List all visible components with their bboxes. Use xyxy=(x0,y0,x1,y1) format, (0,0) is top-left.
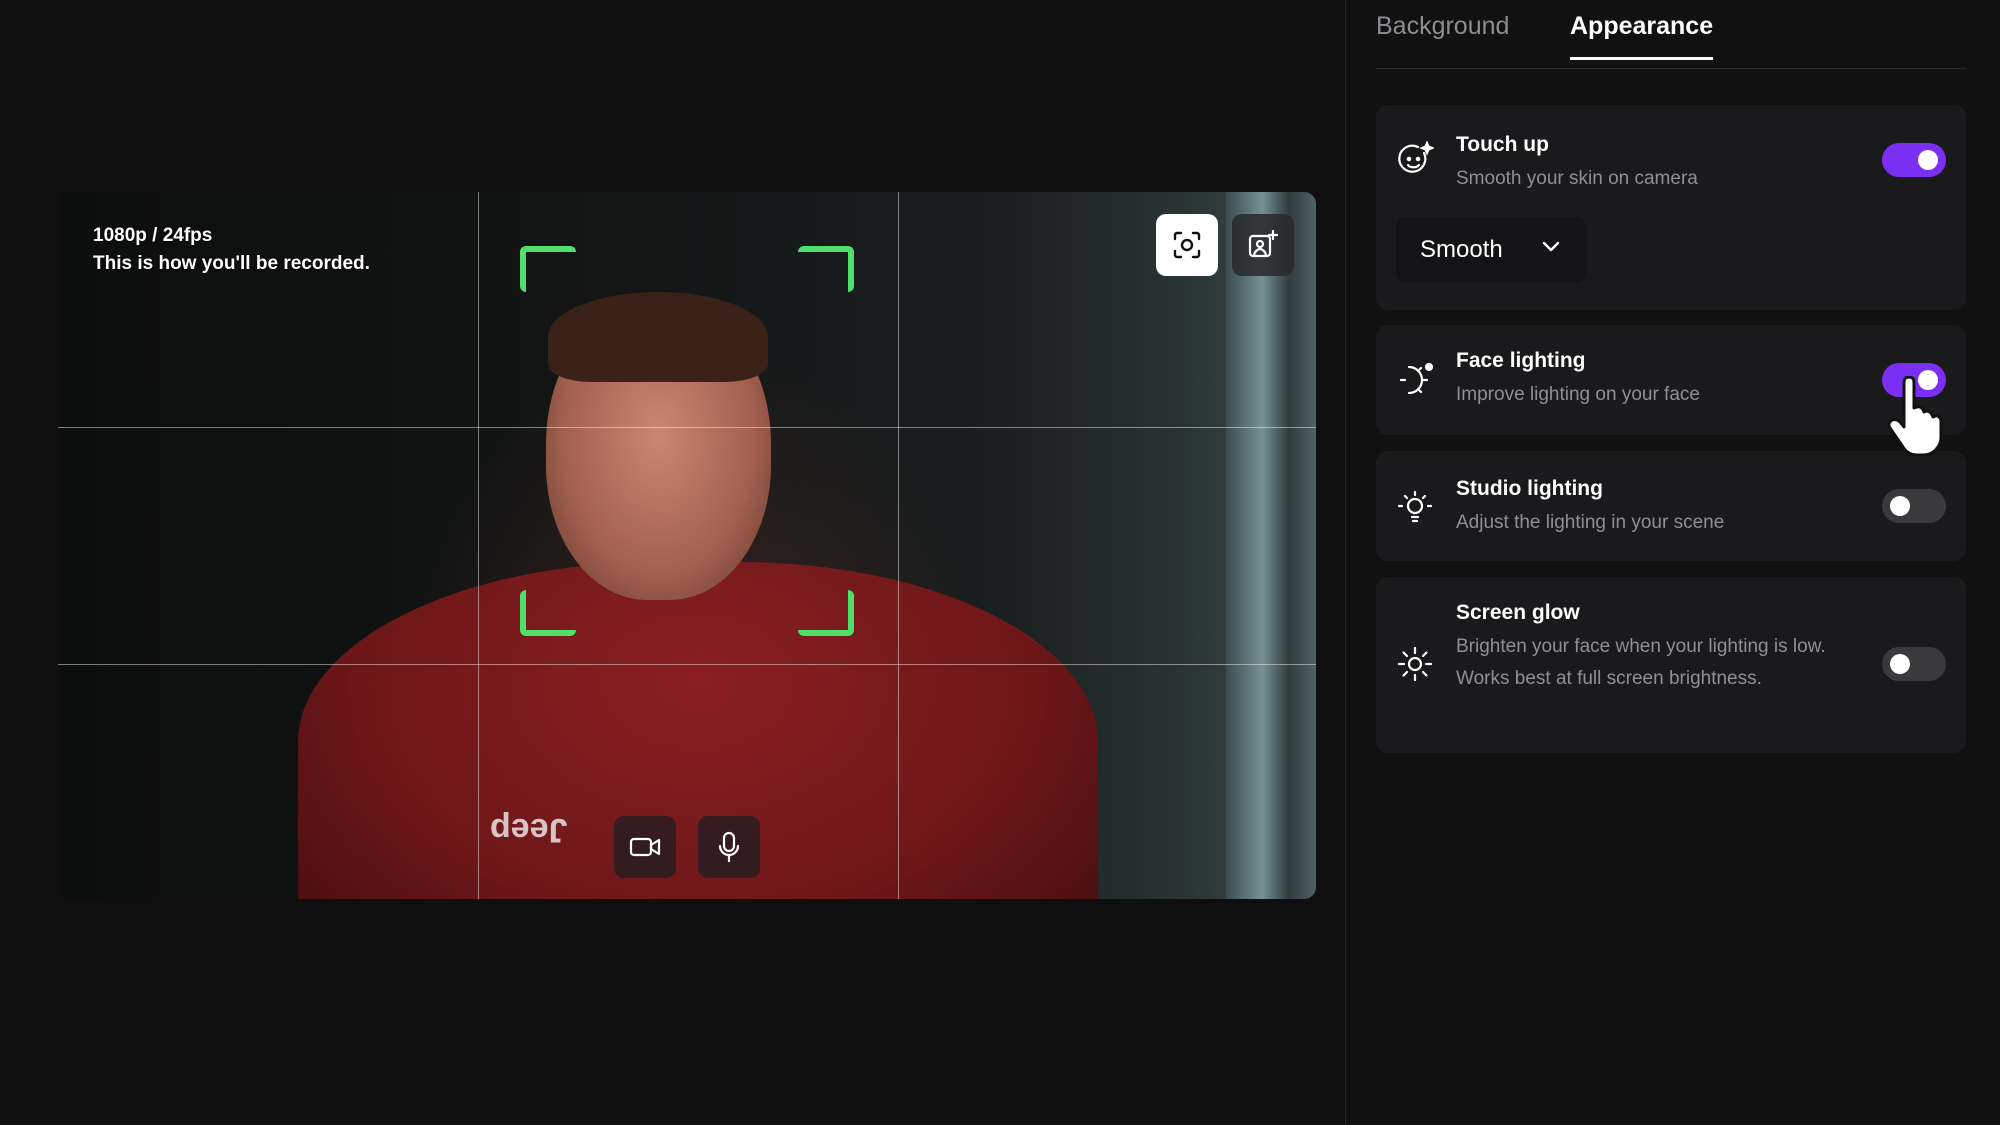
camera-focus-icon xyxy=(1173,231,1201,259)
grid-line-horizontal-2 xyxy=(58,664,1316,665)
touch-up-card: Touch up Smooth your skin on camera Smoo… xyxy=(1376,105,1966,310)
studio-lighting-title: Studio lighting xyxy=(1456,477,1603,500)
person-hair xyxy=(548,292,768,382)
recording-note: This is how you'll be recorded. xyxy=(93,253,370,274)
camera-toggle-button[interactable] xyxy=(614,816,676,878)
bulb-icon xyxy=(1397,490,1433,523)
face-light-icon xyxy=(1399,362,1434,395)
face-lighting-description: Improve lighting on your face xyxy=(1456,384,1700,405)
hand-pointer-icon xyxy=(1887,376,1943,456)
resolution-label: 1080p / 24fps xyxy=(93,225,213,246)
screen-glow-card: Screen glow Brighten your face when your… xyxy=(1376,577,1966,753)
screen-glow-description: Brighten your face when your lighting is… xyxy=(1456,636,1826,689)
touch-up-level-value: Smooth xyxy=(1420,236,1503,263)
face-lighting-card: Face lighting Improve lighting on your f… xyxy=(1376,325,1966,435)
shirt-logo: Jeep xyxy=(490,811,568,849)
grid-line-vertical-2 xyxy=(898,192,899,899)
grid-line-vertical-1 xyxy=(478,192,479,899)
screen-glow-toggle[interactable] xyxy=(1882,647,1946,681)
preview-pane: Jeep 1080p / 24fps This is how you'll be… xyxy=(0,0,1345,1125)
framing-corner-top-left xyxy=(520,246,576,292)
camera-preview: Jeep 1080p / 24fps This is how you'll be… xyxy=(58,192,1316,899)
effects-button[interactable] xyxy=(1232,214,1294,276)
grid-line-horizontal-1 xyxy=(58,427,1316,428)
touch-up-level-select[interactable]: Smooth xyxy=(1396,217,1586,283)
microphone-toggle-button[interactable] xyxy=(698,816,760,878)
tab-appearance[interactable]: Appearance xyxy=(1570,12,1714,60)
toggle-knob xyxy=(1890,496,1910,516)
studio-lighting-toggle[interactable] xyxy=(1882,489,1946,523)
toggle-knob xyxy=(1890,654,1910,674)
image-sparkle-icon xyxy=(1248,229,1279,258)
face-sparkle-icon xyxy=(1398,141,1434,173)
touch-up-title: Touch up xyxy=(1456,133,1549,156)
framing-corner-top-right xyxy=(798,246,854,292)
touch-up-toggle[interactable] xyxy=(1882,143,1946,177)
touch-up-description: Smooth your skin on camera xyxy=(1456,168,1698,189)
tab-bar: Background Appearance xyxy=(1376,0,1966,69)
capture-button[interactable] xyxy=(1156,214,1218,276)
sun-icon xyxy=(1397,646,1433,682)
video-camera-icon xyxy=(629,837,661,857)
chevron-down-icon xyxy=(1542,241,1560,252)
framing-corner-bottom-left xyxy=(520,590,576,636)
face-lighting-title: Face lighting xyxy=(1456,349,1586,372)
framing-corner-bottom-right xyxy=(798,590,854,636)
studio-lighting-card: Studio lighting Adjust the lighting in y… xyxy=(1376,451,1966,561)
window-frame xyxy=(1226,192,1316,899)
settings-panel: Background Appearance Touch up Smooth yo… xyxy=(1345,0,2000,1125)
studio-lighting-description: Adjust the lighting in your scene xyxy=(1456,512,1725,533)
screen-glow-title: Screen glow xyxy=(1456,601,1580,624)
tab-background[interactable]: Background xyxy=(1376,12,1509,57)
microphone-icon xyxy=(718,831,740,863)
recording-info: 1080p / 24fps This is how you'll be reco… xyxy=(93,222,370,278)
toggle-knob xyxy=(1918,150,1938,170)
